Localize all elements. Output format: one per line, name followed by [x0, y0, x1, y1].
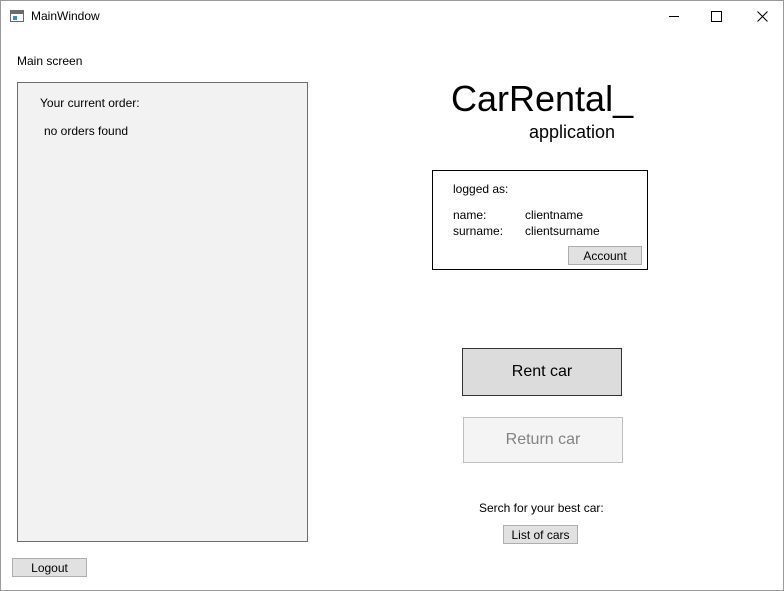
minimize-icon	[669, 15, 679, 17]
current-order-heading: Your current order:	[40, 96, 140, 110]
app-title: CarRental_	[451, 78, 634, 119]
list-of-cars-button[interactable]: List of cars	[503, 525, 578, 544]
surname-value: clientsurname	[525, 224, 600, 238]
account-button[interactable]: Account	[568, 246, 642, 265]
no-orders-text: no orders found	[44, 124, 129, 138]
current-order-panel: Your current order: no orders found	[17, 82, 308, 542]
close-icon	[756, 10, 768, 22]
logged-user-box: logged as: name: clientname surname: cli…	[432, 170, 648, 270]
logout-button[interactable]: Logout	[12, 558, 87, 577]
screen-label: Main screen	[17, 54, 83, 68]
close-button[interactable]	[739, 1, 783, 31]
minimize-button[interactable]	[651, 1, 697, 31]
main-window: MainWindow Main screen Your current orde…	[0, 0, 784, 591]
name-value: clientname	[525, 208, 584, 222]
surname-label: surname:	[453, 224, 504, 238]
search-prompt: Serch for your best car:	[479, 501, 604, 515]
rent-car-button[interactable]: Rent car	[462, 348, 622, 396]
app-window-icon	[10, 10, 24, 22]
maximize-icon	[710, 10, 722, 22]
app-subtitle: application	[529, 122, 616, 142]
app-icon-pane	[13, 16, 17, 20]
app-icon-bar	[11, 11, 23, 14]
name-label: name:	[453, 208, 487, 222]
maximize-button[interactable]	[693, 1, 739, 31]
logged-as-heading: logged as:	[453, 182, 509, 196]
window-title: MainWindow	[31, 9, 100, 23]
return-car-button[interactable]: Return car	[463, 417, 623, 463]
title-bar[interactable]: MainWindow	[1, 1, 783, 32]
